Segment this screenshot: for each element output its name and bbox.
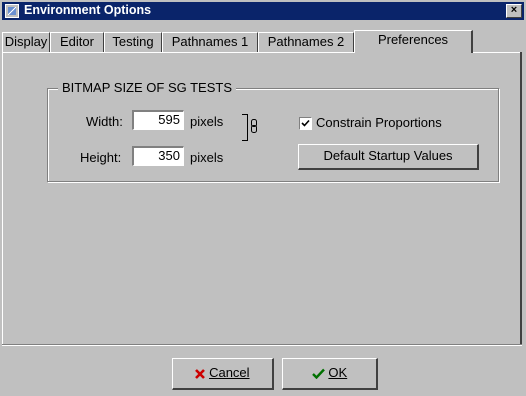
title-bar[interactable]: Environment Options × xyxy=(2,2,524,20)
height-input[interactable]: 350 xyxy=(132,146,184,166)
cancel-button-label: Cancel xyxy=(209,365,250,380)
environment-options-window: Environment Options × Display Editor Tes… xyxy=(0,0,526,396)
bitmap-size-group-title: BITMAP SIZE OF SG TESTS xyxy=(58,80,236,95)
panel-edge xyxy=(520,52,522,345)
height-unit-label: pixels xyxy=(190,150,224,165)
tab-pathnames-2[interactable]: Pathnames 2 xyxy=(258,32,354,52)
close-button[interactable]: × xyxy=(506,4,522,18)
width-unit-label: pixels xyxy=(190,114,224,129)
proportion-link-bracket xyxy=(242,114,248,141)
tab-display[interactable]: Display xyxy=(2,32,50,52)
close-icon: × xyxy=(510,4,518,16)
constrain-proportions-label[interactable]: Constrain Proportions xyxy=(316,115,442,130)
chain-link-icon xyxy=(251,119,257,133)
ok-button-label: OK xyxy=(328,365,348,380)
x-icon xyxy=(195,368,206,379)
tab-pathnames-1[interactable]: Pathnames 1 xyxy=(162,32,258,52)
tab-preferences[interactable]: Preferences xyxy=(354,30,473,53)
tab-strip: Display Editor Testing Pathnames 1 Pathn… xyxy=(2,30,524,53)
ok-button[interactable]: OK xyxy=(282,358,378,390)
checkbox-check-icon xyxy=(301,119,310,127)
tab-testing[interactable]: Testing xyxy=(104,32,162,52)
default-startup-values-button[interactable]: Default Startup Values xyxy=(298,144,479,170)
height-label: Height: xyxy=(80,150,122,165)
button-area-separator xyxy=(2,344,522,346)
constrain-proportions-checkbox[interactable] xyxy=(299,117,312,130)
window-title: Environment Options xyxy=(24,3,152,17)
app-icon xyxy=(5,4,19,18)
cancel-button[interactable]: Cancel xyxy=(172,358,274,390)
tab-editor[interactable]: Editor xyxy=(50,32,104,52)
width-label: Width: xyxy=(86,114,123,129)
width-input[interactable]: 595 xyxy=(132,110,184,130)
checkmark-icon xyxy=(311,368,325,380)
